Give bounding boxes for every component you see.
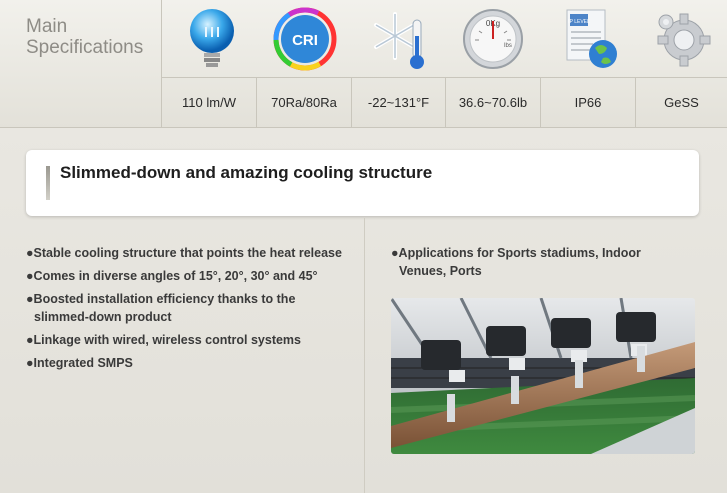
- stadium-lights-photo: [391, 298, 695, 454]
- list-item: ●Applications for Sports stadiums, Indoo…: [391, 246, 641, 278]
- spec-value-efficacy: 110 lm/W: [161, 78, 256, 127]
- light-bulb-icon: [177, 4, 247, 74]
- weight-scale-icon: 0Kg lbs: [458, 4, 528, 74]
- feature-list: ●Stable cooling structure that points th…: [26, 244, 344, 377]
- banner-marker: [46, 166, 50, 200]
- ip-document-globe-icon: IP LEVEL: [555, 4, 625, 74]
- list-item: ●Integrated SMPS: [26, 356, 133, 370]
- spec-value-ip: IP66: [540, 78, 635, 127]
- specs-title: Main Specifications: [26, 16, 144, 58]
- svg-text:lbs: lbs: [504, 43, 512, 49]
- spec-value-control: GeSS: [635, 78, 727, 127]
- gears-icon: [648, 4, 718, 74]
- list-item: ●Comes in diverse angles of 15°, 20°, 30…: [26, 269, 318, 283]
- spec-value-weight: 36.6~70.6lb: [445, 78, 540, 127]
- application-list: ●Applications for Sports stadiums, Indoo…: [391, 244, 691, 285]
- spec-value-temperature: -22~131°F: [351, 78, 445, 127]
- feature-section: Slimmed-down and amazing cooling structu…: [0, 128, 727, 493]
- feature-banner: Slimmed-down and amazing cooling structu…: [26, 150, 699, 216]
- cri-badge-icon: CRI: [270, 4, 340, 74]
- banner-title: Slimmed-down and amazing cooling structu…: [60, 163, 433, 182]
- svg-text:CRI: CRI: [292, 32, 318, 49]
- column-divider: [364, 218, 365, 493]
- svg-text:IP LEVEL: IP LEVEL: [568, 19, 590, 25]
- snowflake-thermometer-icon: [365, 4, 435, 74]
- list-item: ●Linkage with wired, wireless control sy…: [26, 333, 301, 347]
- spec-value-cri: 70Ra/80Ra: [256, 78, 351, 127]
- specs-bar: Main Specifications CRI lbs IP LEVEL 110…: [0, 0, 727, 128]
- list-item: ●Stable cooling structure that points th…: [26, 246, 342, 260]
- list-item: ●Boosted installation efficiency thanks …: [26, 292, 296, 324]
